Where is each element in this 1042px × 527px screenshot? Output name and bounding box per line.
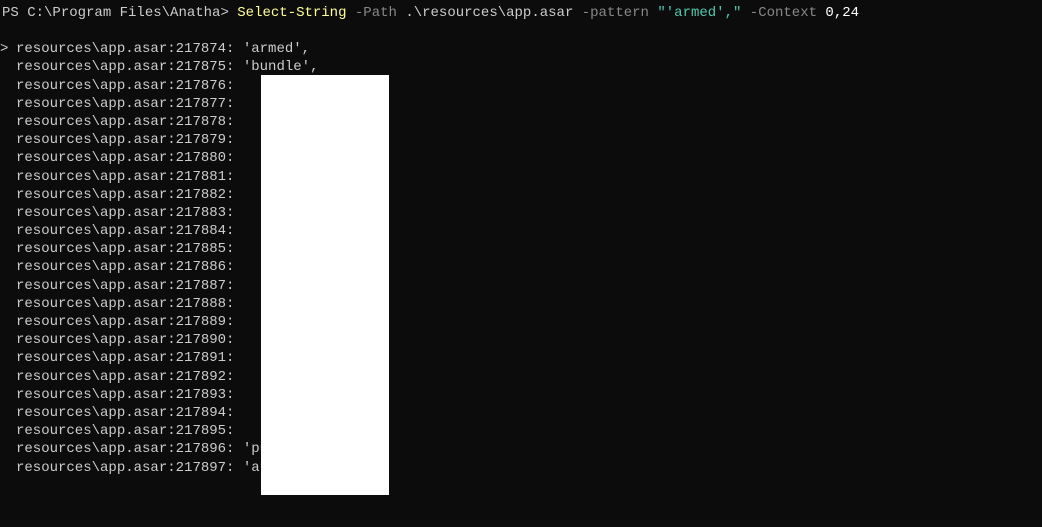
line-number: 217874:	[176, 41, 235, 57]
output-line: resources\app.asar:217878:	[0, 113, 1042, 131]
line-number: 217885:	[176, 241, 235, 257]
line-number: 217883:	[176, 205, 235, 221]
line-number: 217878:	[176, 114, 235, 130]
prompt-path: C:\Program Files\Anatha>	[27, 5, 229, 21]
line-text: 'bundle',	[234, 59, 318, 75]
output-line: resources\app.asar:217891:	[0, 349, 1042, 367]
line-number: 217897:	[176, 460, 235, 476]
output-line: resources\app.asar:217890:	[0, 331, 1042, 349]
file-path: resources\app.asar:	[16, 441, 176, 457]
file-path: resources\app.asar:	[16, 332, 176, 348]
line-number: 217875:	[176, 59, 235, 75]
param-path-value: .\resources\app.asar	[405, 5, 573, 21]
line-number: 217882:	[176, 187, 235, 203]
output-line: resources\app.asar:217888:	[0, 295, 1042, 313]
cmdlet: Select-String	[237, 5, 346, 21]
line-number: 217893:	[176, 387, 235, 403]
file-path: resources\app.asar:	[16, 132, 176, 148]
file-path: resources\app.asar:	[16, 78, 176, 94]
param-context-name: -Context	[750, 5, 817, 21]
param-path-name: -Path	[355, 5, 397, 21]
prompt-line[interactable]: PS C:\Program Files\Anatha> Select-Strin…	[0, 4, 1042, 22]
line-number: 217890:	[176, 332, 235, 348]
line-number: 217887:	[176, 278, 235, 294]
param-context-value: 0,24	[825, 5, 859, 21]
file-path: resources\app.asar:	[16, 405, 176, 421]
output-container: >resources\app.asar:217874: 'armed', res…	[0, 40, 1042, 477]
param-pattern-name: -pattern	[582, 5, 649, 21]
line-number: 217881:	[176, 169, 235, 185]
output-line: resources\app.asar:217886:	[0, 258, 1042, 276]
output-line: resources\app.asar:217887:	[0, 277, 1042, 295]
line-number: 217888:	[176, 296, 235, 312]
output-line: resources\app.asar:217894:	[0, 404, 1042, 422]
ps-prefix: PS	[2, 5, 19, 21]
line-number: 217876:	[176, 78, 235, 94]
file-path: resources\app.asar:	[16, 387, 176, 403]
match-marker: >	[0, 40, 16, 58]
output-line: resources\app.asar:217880:	[0, 149, 1042, 167]
file-path: resources\app.asar:	[16, 369, 176, 385]
line-number: 217895:	[176, 423, 235, 439]
output-line: resources\app.asar:217877:	[0, 95, 1042, 113]
output-line: resources\app.asar:217883:	[0, 204, 1042, 222]
file-path: resources\app.asar:	[16, 423, 176, 439]
output-line: resources\app.asar:217881:	[0, 168, 1042, 186]
line-number: 217884:	[176, 223, 235, 239]
line-number: 217891:	[176, 350, 235, 366]
line-number: 217892:	[176, 369, 235, 385]
file-path: resources\app.asar:	[16, 205, 176, 221]
output-line: >resources\app.asar:217874: 'armed',	[0, 40, 1042, 58]
line-number: 217896:	[176, 441, 235, 457]
file-path: resources\app.asar:	[16, 41, 176, 57]
file-path: resources\app.asar:	[16, 187, 176, 203]
line-text: 'armed',	[234, 41, 310, 57]
output-line: resources\app.asar:217895:	[0, 422, 1042, 440]
line-number: 217880:	[176, 150, 235, 166]
output-line: resources\app.asar:217893:	[0, 386, 1042, 404]
output-line: resources\app.asar:217875: 'bundle',	[0, 58, 1042, 76]
redacted-block	[261, 75, 389, 495]
output-line: resources\app.asar:217885:	[0, 240, 1042, 258]
output-line: resources\app.asar:217892:	[0, 368, 1042, 386]
file-path: resources\app.asar:	[16, 350, 176, 366]
file-path: resources\app.asar:	[16, 460, 176, 476]
file-path: resources\app.asar:	[16, 259, 176, 275]
line-number: 217889:	[176, 314, 235, 330]
file-path: resources\app.asar:	[16, 59, 176, 75]
line-number: 217886:	[176, 259, 235, 275]
file-path: resources\app.asar:	[16, 169, 176, 185]
file-path: resources\app.asar:	[16, 241, 176, 257]
file-path: resources\app.asar:	[16, 114, 176, 130]
line-number: 217877:	[176, 96, 235, 112]
file-path: resources\app.asar:	[16, 96, 176, 112]
line-number: 217879:	[176, 132, 235, 148]
output-line: resources\app.asar:217896: 'pumpkin',	[0, 440, 1042, 458]
file-path: resources\app.asar:	[16, 278, 176, 294]
line-number: 217894:	[176, 405, 235, 421]
output-line: resources\app.asar:217884:	[0, 222, 1042, 240]
file-path: resources\app.asar:	[16, 314, 176, 330]
file-path: resources\app.asar:	[16, 150, 176, 166]
output-line: resources\app.asar:217889:	[0, 313, 1042, 331]
file-path: resources\app.asar:	[16, 223, 176, 239]
output-line: resources\app.asar:217882:	[0, 186, 1042, 204]
file-path: resources\app.asar:	[16, 296, 176, 312]
param-pattern-value: "'armed',"	[657, 5, 741, 21]
output-line: resources\app.asar:217876:	[0, 77, 1042, 95]
output-line: resources\app.asar:217879:	[0, 131, 1042, 149]
output-line: resources\app.asar:217897: 'athlete',	[0, 459, 1042, 477]
